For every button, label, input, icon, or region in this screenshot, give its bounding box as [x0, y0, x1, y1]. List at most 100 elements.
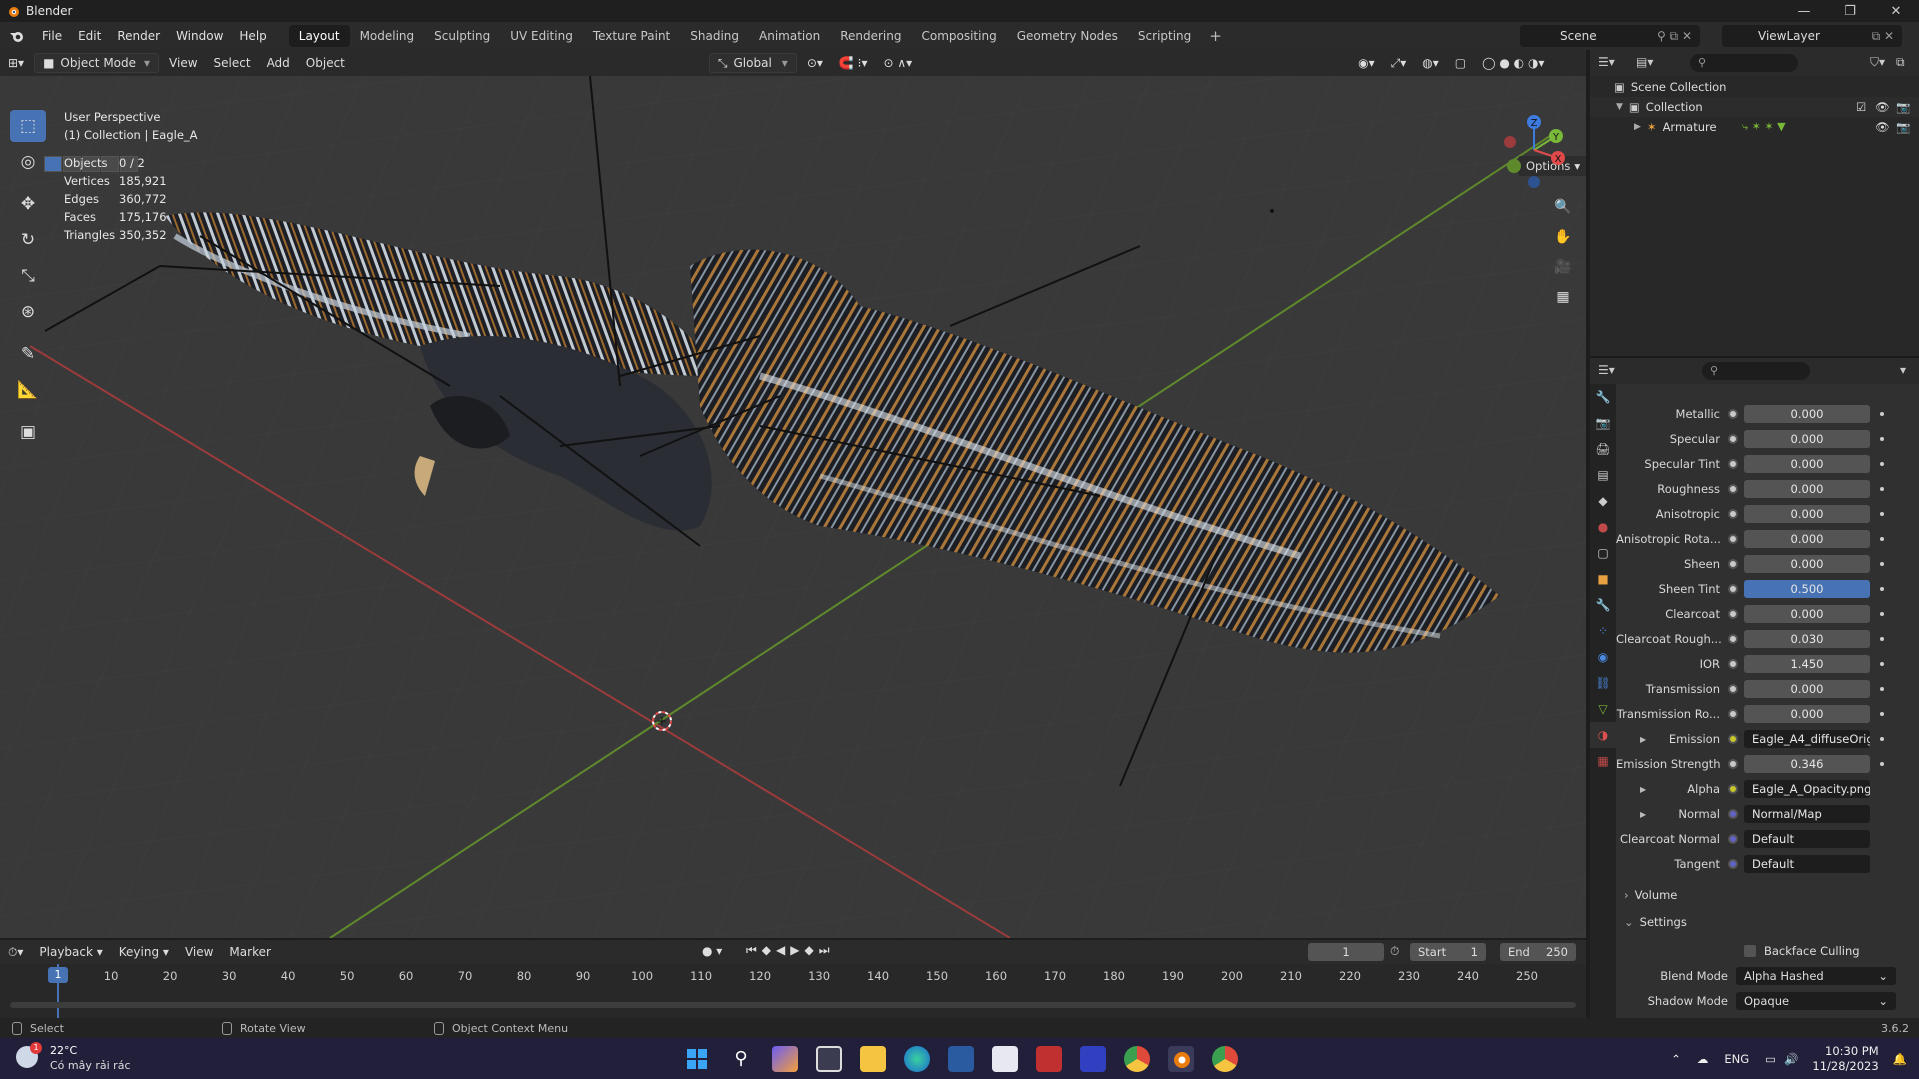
keyframe-dot-icon[interactable]	[1880, 537, 1884, 541]
select-new-button[interactable]	[44, 156, 62, 172]
armature-data-icons[interactable]: ⤷ ✶ ✶ ▼	[1742, 120, 1786, 134]
property-value-field[interactable]: 0.000	[1744, 705, 1870, 723]
chrome-icon[interactable]	[1212, 1046, 1238, 1072]
outliner-row-scene-collection[interactable]: ▣ Scene Collection	[1590, 77, 1919, 97]
physics-tab-icon[interactable]: ◉	[1590, 644, 1616, 670]
perspective-grid-icon[interactable]: ▦	[1550, 284, 1576, 310]
scale-tool[interactable]: ⤡	[10, 260, 46, 292]
tab-geometry-nodes[interactable]: Geometry Nodes	[1007, 25, 1128, 47]
material-tab-icon[interactable]: ◑	[1590, 722, 1616, 748]
tool-tab-icon[interactable]: 🔧	[1590, 384, 1616, 410]
texture-tab-icon[interactable]: ▦	[1590, 748, 1616, 774]
socket-icon[interactable]	[1728, 634, 1738, 644]
visibility-icon[interactable]: ◉▾	[1350, 53, 1383, 73]
property-value-field[interactable]: 0.000	[1744, 605, 1870, 623]
modifier-tab-icon[interactable]: 🔧	[1590, 592, 1616, 618]
tab-compositing[interactable]: Compositing	[911, 25, 1006, 47]
language-indicator[interactable]: ENG	[1724, 1052, 1749, 1066]
menu-select[interactable]: Select	[206, 53, 259, 73]
property-value-field[interactable]: Default	[1744, 830, 1870, 848]
collection-tab-icon[interactable]: ▢	[1590, 540, 1616, 566]
menu-add[interactable]: Add	[259, 53, 298, 73]
cursor-tool[interactable]: ◎	[10, 146, 46, 178]
keyframe-dot-icon[interactable]	[1880, 662, 1884, 666]
preview-range-icon[interactable]: ⏱	[1390, 944, 1399, 959]
menu-help[interactable]: Help	[231, 22, 274, 50]
menu-view[interactable]: View	[161, 53, 205, 73]
property-value-field[interactable]: 1.450	[1744, 655, 1870, 673]
scene-tab-icon[interactable]: ◆	[1590, 488, 1616, 514]
visibility-eye-icon[interactable]: 👁	[1875, 120, 1890, 134]
particles-tab-icon[interactable]: ⁘	[1590, 618, 1616, 644]
property-value-field[interactable]: 0.000	[1744, 430, 1870, 448]
backface-culling-row[interactable]: Backface Culling	[1616, 941, 1919, 961]
transform-tool[interactable]: ⊛	[10, 296, 46, 328]
socket-icon[interactable]	[1728, 734, 1738, 744]
property-value-field[interactable]: Eagle_A4_diffuseOrigin...	[1744, 730, 1870, 748]
tab-shading[interactable]: Shading	[680, 25, 749, 47]
socket-icon[interactable]	[1728, 559, 1738, 569]
property-value-field[interactable]: 0.000	[1744, 455, 1870, 473]
keyframe-dot-icon[interactable]	[1880, 462, 1884, 466]
volume-panel-header[interactable]: › Volume	[1624, 884, 1914, 906]
property-value-field[interactable]: Default	[1744, 855, 1870, 873]
properties-search-input[interactable]: ⚲	[1702, 362, 1810, 380]
object-tab-icon[interactable]: ■	[1590, 566, 1616, 592]
socket-icon[interactable]	[1728, 534, 1738, 544]
volume-icon[interactable]: 🔊	[1784, 1052, 1798, 1066]
task-view-icon[interactable]	[816, 1046, 842, 1072]
menu-edit[interactable]: Edit	[70, 22, 109, 50]
socket-icon[interactable]	[1728, 609, 1738, 619]
outliner-editor-icon[interactable]: ☰▾	[1598, 55, 1615, 69]
property-value-field[interactable]: Eagle_A_Opacity.png	[1744, 780, 1870, 798]
maximize-button[interactable]: ❐	[1827, 0, 1873, 22]
property-value-field[interactable]: 0.000	[1744, 530, 1870, 548]
app-icon[interactable]	[1080, 1046, 1106, 1072]
copilot-icon[interactable]	[772, 1046, 798, 1072]
render-camera-icon[interactable]: 📷	[1896, 100, 1910, 114]
app-icon[interactable]	[1036, 1046, 1062, 1072]
chrome-icon[interactable]	[1124, 1046, 1150, 1072]
keyframe-dot-icon[interactable]	[1880, 512, 1884, 516]
menu-window[interactable]: Window	[168, 22, 231, 50]
property-value-field[interactable]: 0.000	[1744, 555, 1870, 573]
display-mode-icon[interactable]: ▤▾	[1636, 55, 1653, 69]
property-value-field[interactable]: 0.000	[1744, 505, 1870, 523]
socket-icon[interactable]	[1728, 509, 1738, 519]
socket-icon[interactable]	[1728, 459, 1738, 469]
tab-scripting[interactable]: Scripting	[1128, 25, 1201, 47]
keyframe-dot-icon[interactable]	[1880, 437, 1884, 441]
new-collection-icon[interactable]: ⧉	[1896, 55, 1905, 70]
keyframe-dot-icon[interactable]	[1880, 587, 1884, 591]
keyframe-dot-icon[interactable]	[1880, 562, 1884, 566]
scene-selector[interactable]: Scene ⚲ ⧉ ✕	[1520, 25, 1700, 47]
menu-playback[interactable]: Playback ▾	[31, 942, 110, 962]
minimize-button[interactable]: —	[1781, 0, 1827, 22]
outliner-row-armature[interactable]: ▶ ✶ Armature ⤷ ✶ ✶ ▼ 👁 📷	[1590, 117, 1919, 137]
keyframe-dot-icon[interactable]	[1880, 687, 1884, 691]
property-value-field[interactable]: Normal/Map	[1744, 805, 1870, 823]
socket-icon[interactable]	[1728, 484, 1738, 494]
keyframe-dot-icon[interactable]	[1880, 412, 1884, 416]
socket-icon[interactable]	[1728, 759, 1738, 769]
view-layer-tab-icon[interactable]: ▤	[1590, 462, 1616, 488]
tab-layout[interactable]: Layout	[288, 25, 350, 47]
menu-render[interactable]: Render	[109, 22, 168, 50]
settings-panel-header[interactable]: ⌄ Settings	[1624, 911, 1914, 933]
onedrive-icon[interactable]: ☁	[1697, 1052, 1709, 1066]
annotate-tool[interactable]: ✎	[10, 338, 46, 370]
socket-icon[interactable]	[1728, 659, 1738, 669]
socket-icon[interactable]	[1728, 709, 1738, 719]
playback-controls[interactable]: ⏮◆◀▶◆⏭	[746, 943, 835, 958]
property-value-field[interactable]: 0.500	[1744, 580, 1870, 598]
socket-icon[interactable]	[1728, 584, 1738, 594]
shading-modes-icon[interactable]: ◯ ● ◐ ◑▾	[1474, 53, 1552, 73]
visibility-eye-icon[interactable]: 👁	[1875, 100, 1890, 114]
property-value-field[interactable]: 0.030	[1744, 630, 1870, 648]
menu-file[interactable]: File	[34, 22, 70, 50]
proportional-edit-icon[interactable]: ⊙ ∧▾	[875, 53, 920, 73]
end-frame-field[interactable]: End 250	[1500, 943, 1576, 961]
keyframe-dot-icon[interactable]	[1880, 737, 1884, 741]
mode-selector[interactable]: ■ Object Mode ▾	[34, 53, 160, 73]
tab-animation[interactable]: Animation	[749, 25, 830, 47]
